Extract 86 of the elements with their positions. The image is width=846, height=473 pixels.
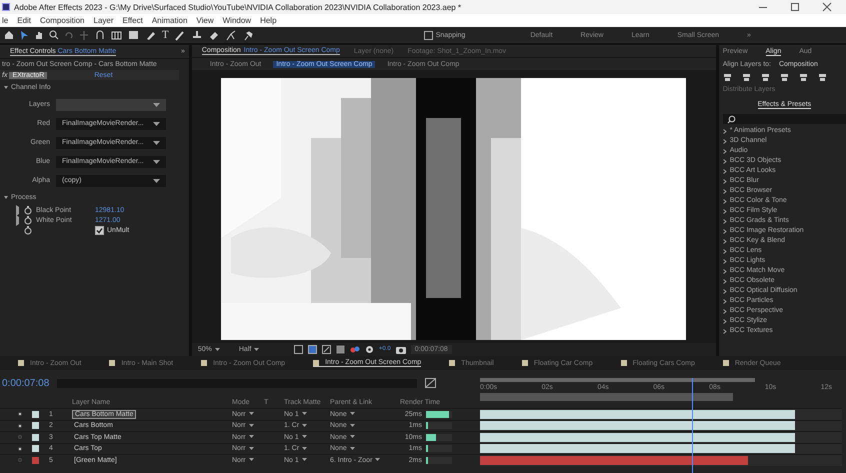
color-channels-icon[interactable] [350, 344, 360, 354]
pin-icon[interactable] [242, 30, 254, 40]
visibility-dot[interactable] [18, 412, 22, 416]
caret-icon [248, 446, 254, 450]
caret-icon [153, 140, 160, 144]
align-icon[interactable] [780, 73, 789, 82]
align-icon[interactable] [798, 73, 808, 82]
caret-icon [248, 412, 254, 416]
align-icon[interactable] [760, 73, 770, 82]
layer-duration-bar[interactable] [480, 410, 795, 419]
caret-icon [248, 458, 254, 462]
home-icon[interactable] [4, 30, 14, 40]
stamp-icon[interactable] [190, 30, 203, 40]
caret-icon [248, 424, 254, 427]
menu-item[interactable]: Composition [40, 16, 84, 25]
caret-icon [302, 412, 307, 416]
caret-icon [375, 458, 380, 462]
label-color-swatch[interactable] [32, 422, 39, 430]
rectangle-tool-icon[interactable] [128, 30, 140, 40]
guides-icon[interactable] [336, 344, 345, 354]
label-color-swatch[interactable] [32, 434, 39, 441]
selection-tool-icon[interactable] [19, 30, 29, 40]
visibility-dot[interactable] [18, 435, 22, 440]
maximize-icon[interactable] [790, 2, 800, 12]
menu-item[interactable]: Animation [152, 16, 188, 25]
caret-icon [302, 424, 308, 427]
visibility-dot[interactable] [18, 458, 22, 462]
search-icon [726, 114, 736, 124]
hand-icon[interactable] [34, 30, 44, 40]
caret-icon [350, 446, 355, 450]
align-icon[interactable] [818, 73, 827, 82]
brush-icon[interactable] [174, 30, 186, 40]
caret-icon [350, 435, 355, 438]
gear-icon[interactable] [364, 344, 374, 354]
text-tool[interactable]: T [162, 29, 169, 41]
camera-icon[interactable] [396, 344, 406, 354]
stopwatch-icon[interactable] [24, 216, 32, 224]
stopwatch-icon[interactable] [24, 226, 32, 234]
caret-icon [302, 435, 307, 438]
caret-icon [302, 446, 308, 450]
menu-item[interactable]: Effect [122, 16, 143, 25]
graph-editor-icon[interactable] [425, 378, 436, 388]
region-icon[interactable] [294, 344, 303, 354]
align-icon[interactable] [742, 73, 751, 82]
window-title: Adobe After Effects 2023 - G:\My Drive\Surfaced Studio\YouTube\NVIDIA Collaboration 2023\NVIDIA Collaboration 2023.aep * [14, 2, 462, 12]
menu-item[interactable]: le [2, 16, 8, 25]
crosshair-icon[interactable] [79, 30, 89, 40]
visibility-dot[interactable] [18, 424, 22, 428]
visibility-dot[interactable] [18, 446, 22, 451]
label-color-swatch[interactable] [32, 410, 39, 418]
app-logo-icon [2, 3, 10, 11]
caret-icon [248, 435, 254, 438]
caret-icon [153, 102, 160, 106]
caret-icon [350, 412, 355, 416]
snapping-checkbox[interactable] [424, 30, 433, 40]
mask-icon[interactable] [322, 344, 331, 354]
caret-icon [153, 160, 160, 164]
caret-icon [153, 178, 160, 182]
menu-item[interactable]: Edit [17, 16, 32, 25]
pen-icon[interactable] [145, 30, 157, 40]
grid-icon[interactable] [111, 30, 123, 40]
layer-duration-bar[interactable] [480, 421, 795, 430]
menu-item[interactable]: Layer [94, 16, 114, 25]
caret-icon [350, 424, 355, 427]
search-field[interactable] [722, 114, 846, 124]
menu-item[interactable]: Help [260, 16, 277, 25]
layer-duration-bar[interactable] [480, 444, 795, 454]
menu-item[interactable]: Window [222, 16, 252, 25]
checkbox[interactable] [95, 226, 104, 234]
layer-duration-bar[interactable] [480, 432, 795, 442]
transparency-grid-icon[interactable] [308, 344, 317, 354]
menu-item[interactable]: View [196, 16, 214, 25]
stopwatch-icon[interactable] [24, 206, 32, 214]
rotate-icon[interactable] [64, 30, 74, 40]
caret-icon [214, 348, 220, 351]
caret-icon [153, 122, 160, 126]
search-icon[interactable] [49, 30, 59, 40]
close-icon[interactable] [822, 2, 832, 12]
puppet-icon[interactable] [224, 30, 237, 40]
caret-icon [254, 348, 260, 351]
label-color-swatch[interactable] [32, 456, 39, 464]
label-color-swatch[interactable] [32, 445, 39, 452]
align-icon[interactable] [722, 73, 732, 82]
caret-icon [302, 458, 307, 462]
eraser-icon[interactable] [208, 30, 220, 40]
current-time[interactable]: 0:00:07:08 [2, 378, 50, 388]
